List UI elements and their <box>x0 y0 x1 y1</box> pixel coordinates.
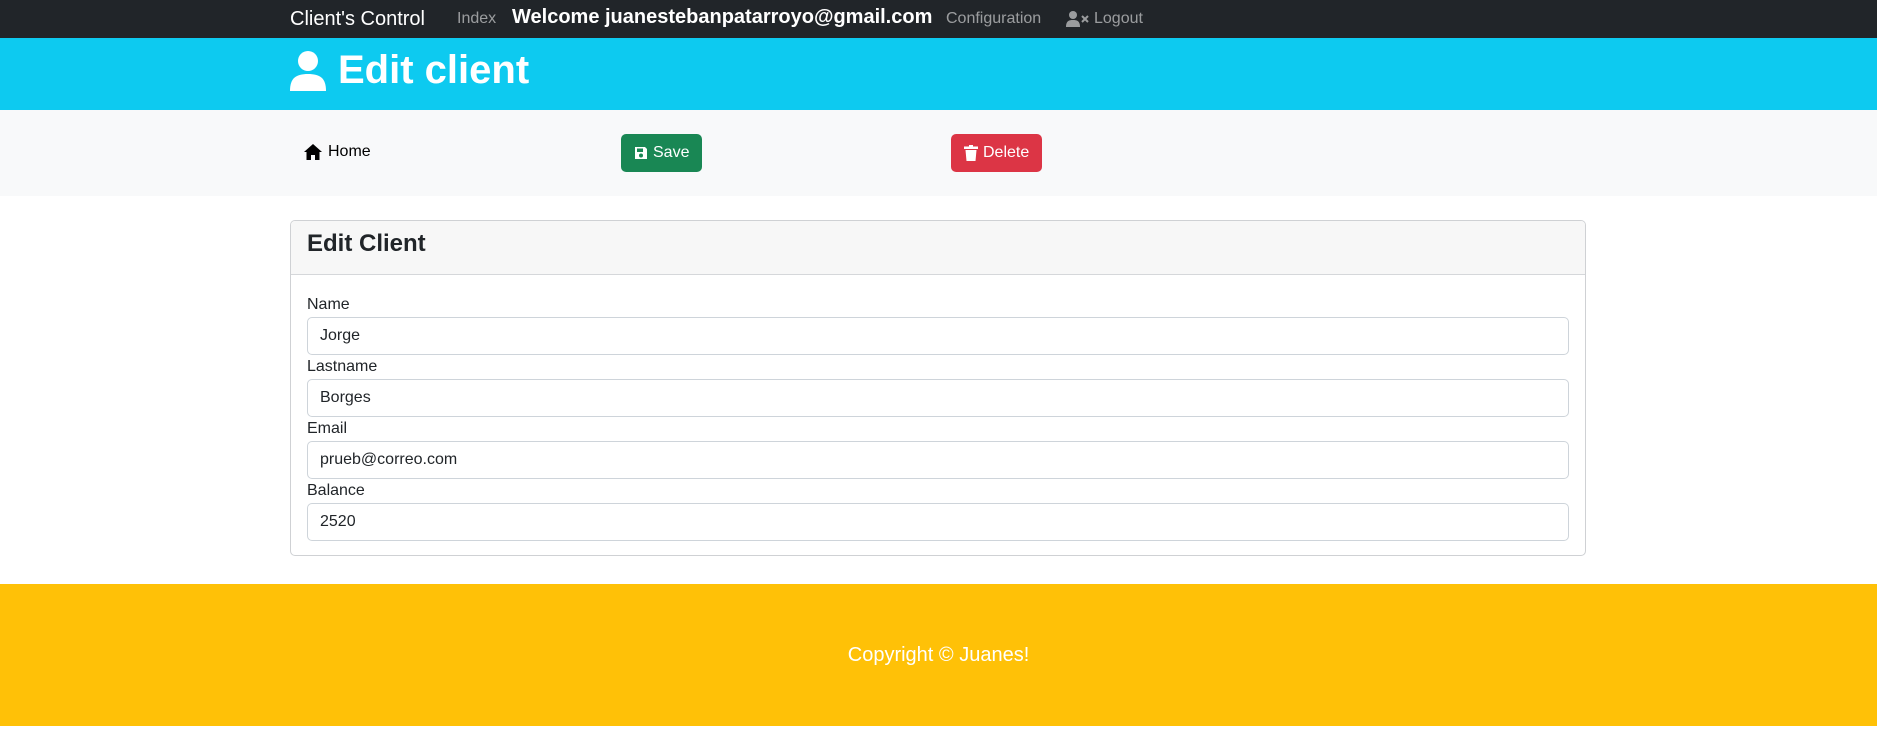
floppy-disk-icon <box>634 146 648 160</box>
balance-label: Balance <box>307 482 365 499</box>
nav-logout-link[interactable]: Logout <box>1066 10 1143 28</box>
balance-field-group: Balance <box>307 481 1569 543</box>
page-header: Edit client <box>0 38 1877 110</box>
home-icon <box>303 143 323 161</box>
card-header: Edit Client <box>291 221 1585 275</box>
lastname-field-group: Lastname <box>307 357 1569 419</box>
page-footer: Copyright © Juanes! <box>0 584 1877 726</box>
delete-button[interactable]: Delete <box>951 134 1043 172</box>
save-label: Save <box>653 144 690 161</box>
home-label: Home <box>328 143 371 160</box>
name-field-group: Name <box>307 295 1569 357</box>
name-label: Name <box>307 296 350 313</box>
home-link[interactable]: Home <box>303 143 371 161</box>
trash-icon <box>964 145 978 161</box>
email-label: Email <box>307 420 348 437</box>
edit-client-card: Edit Client Name Lastname Email Balance <box>290 220 1586 556</box>
nav-index-link[interactable]: Index <box>457 10 496 28</box>
page-title-text: Edit client <box>338 48 530 92</box>
email-input[interactable] <box>307 441 1569 479</box>
top-navbar: Client's Control Index Welcome juanesteb… <box>0 0 1877 38</box>
welcome-message: Welcome juanestebanpatarroyo@gmail.com <box>512 6 933 28</box>
lastname-label: Lastname <box>307 358 378 375</box>
name-input[interactable] <box>307 317 1569 355</box>
save-button[interactable]: Save <box>621 134 703 172</box>
delete-label: Delete <box>983 144 1030 161</box>
logout-label: Logout <box>1094 10 1143 27</box>
email-field-group: Email <box>307 419 1569 481</box>
nav-configuration-link[interactable]: Configuration <box>946 10 1041 28</box>
brand-link[interactable]: Client's Control <box>290 8 425 31</box>
page-title: Edit client <box>290 48 529 93</box>
card-title: Edit Client <box>307 230 426 257</box>
balance-input[interactable] <box>307 503 1569 541</box>
actions-bar: Home Save Delete <box>0 110 1877 196</box>
copyright-text: Copyright © Juanes! <box>847 643 1030 666</box>
lastname-input[interactable] <box>307 379 1569 417</box>
user-x-icon <box>1066 10 1090 28</box>
card-body: Name Lastname Email Balance <box>291 275 1585 543</box>
user-icon <box>290 50 326 91</box>
main-content: Edit Client Name Lastname Email Balance <box>0 196 1877 584</box>
